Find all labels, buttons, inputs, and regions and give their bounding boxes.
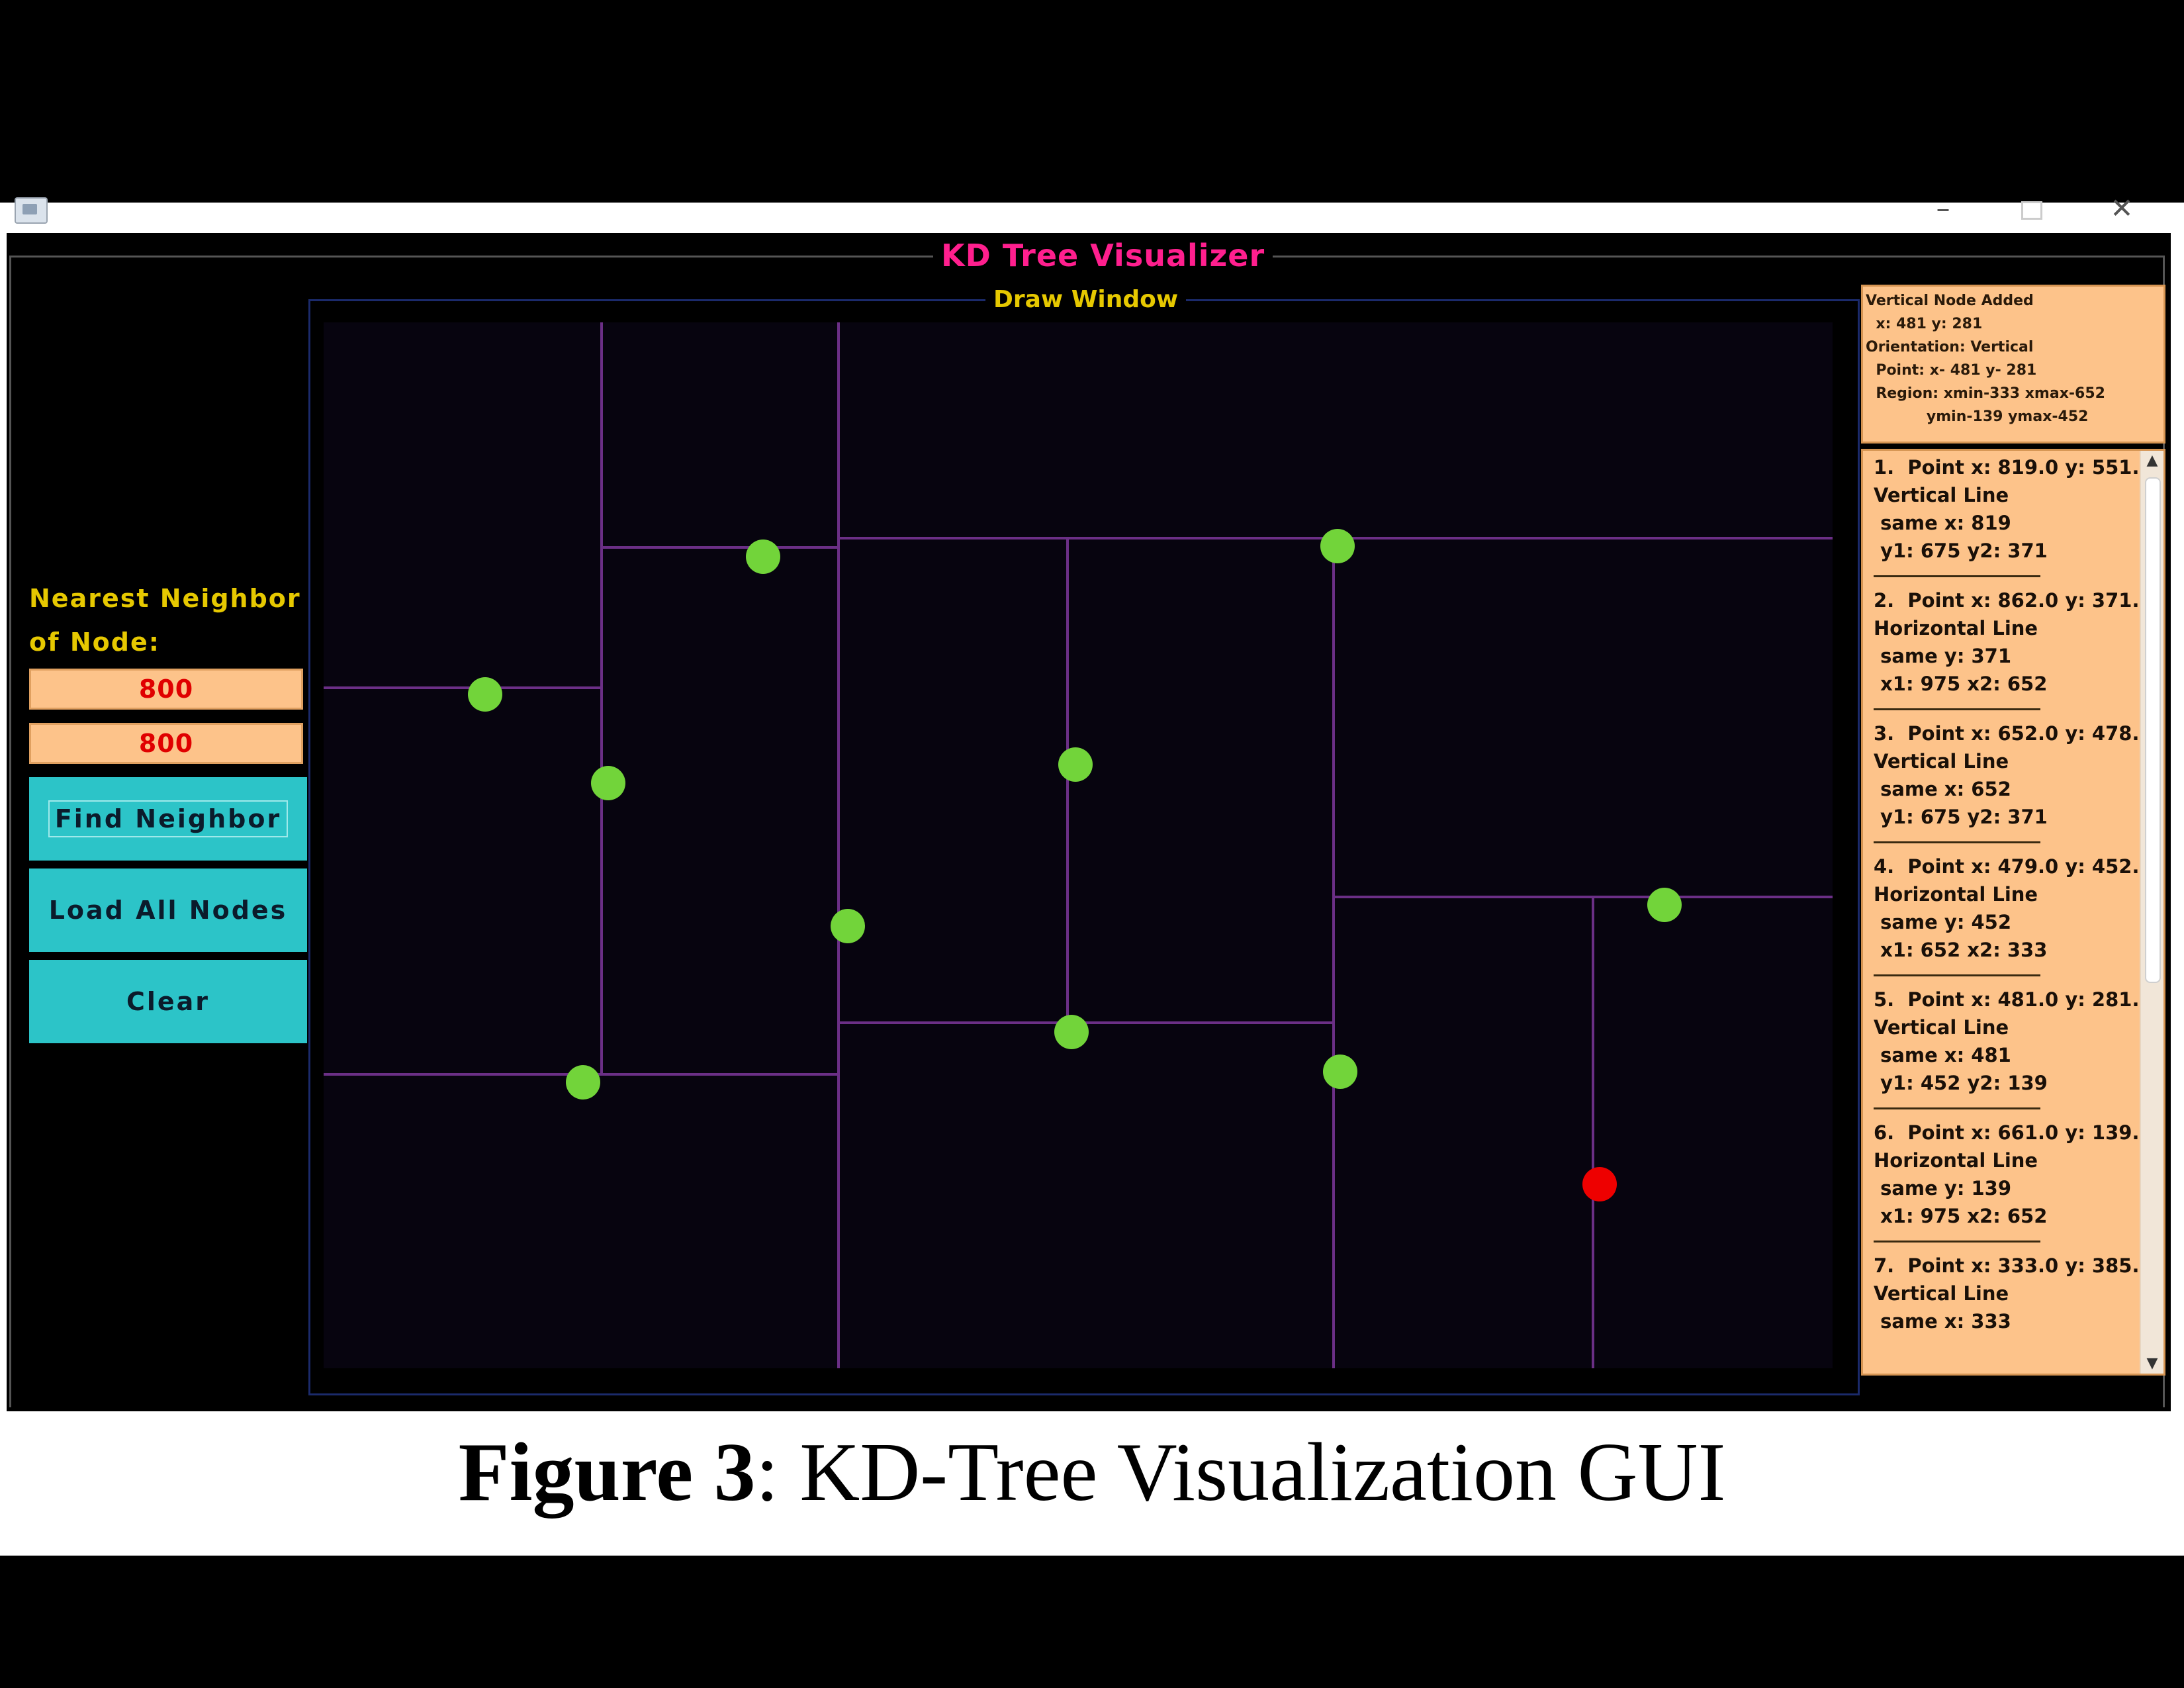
log-line: Vertical Line (1874, 1016, 2009, 1039)
log-line: same y: 452 (1874, 911, 2012, 933)
log-line: same x: 333 (1874, 1310, 2011, 1333)
scroll-up-icon[interactable]: ▲ (2141, 451, 2163, 471)
tree-node (1323, 1055, 1357, 1089)
status-box: Vertical Node Added x: 481 y: 281 Orient… (1861, 285, 2165, 444)
log-line: y1: 675 y2: 371 (1874, 539, 2048, 562)
find-neighbor-button[interactable]: Find Neighbor (29, 777, 307, 861)
log-line: Vertical Line (1874, 484, 2009, 506)
maximize-icon (2021, 201, 2042, 220)
log-entry: 6. Point x: 661.0 y: 139.0 Horizontal Lin… (1874, 1119, 2153, 1230)
log-line: Vertical Line (1874, 750, 2009, 773)
log-line: 3. Point x: 652.0 y: 478.0 (1874, 722, 2153, 745)
tree-node (1647, 888, 1682, 922)
log-entry: 3. Point x: 652.0 y: 478.0 Vertical Line … (1874, 720, 2153, 831)
scroll-thumb[interactable] (2145, 477, 2161, 983)
log-line: 6. Point x: 661.0 y: 139.0 (1874, 1121, 2153, 1144)
log-line: x1: 975 x2: 652 (1874, 1205, 2048, 1227)
log-line: x1: 975 x2: 652 (1874, 673, 2048, 695)
log-line: 4. Point x: 479.0 y: 452.0 (1874, 855, 2153, 878)
caption-figure-label: Figure 3 (458, 1427, 756, 1519)
drawing-canvas[interactable] (324, 322, 1833, 1368)
log-line: same x: 481 (1874, 1044, 2011, 1066)
log-panel[interactable]: 1. Point x: 819.0 y: 551.0 Vertical Line … (1861, 449, 2165, 1376)
minimize-button[interactable]: – (1923, 192, 1963, 225)
x-coordinate-field[interactable]: 800 (29, 669, 303, 710)
y-coordinate-field[interactable]: 800 (29, 723, 303, 764)
log-line: Horizontal Line (1874, 1149, 2038, 1172)
clear-button[interactable]: Clear (29, 960, 307, 1043)
close-button[interactable]: ✕ (2102, 192, 2142, 225)
log-scrollbar[interactable]: ▲ ▼ (2140, 451, 2163, 1374)
log-line: same y: 371 (1874, 645, 2012, 667)
log-separator (1874, 841, 2040, 843)
log-entry: 1. Point x: 819.0 y: 551.0 Vertical Line … (1874, 453, 2153, 565)
log-separator (1874, 1241, 2040, 1243)
tree-node (468, 677, 502, 712)
tree-node (566, 1065, 600, 1100)
log-entry: 7. Point x: 333.0 y: 385.0 Vertical Line … (1874, 1252, 2153, 1335)
log-line: 7. Point x: 333.0 y: 385.0 (1874, 1254, 2153, 1277)
of-node-label: of Node: (29, 628, 160, 657)
log-separator (1874, 575, 2040, 577)
tree-node (1320, 529, 1355, 563)
caption-text: : KD-Tree Visualization GUI (755, 1427, 1726, 1519)
clear-label: Clear (126, 987, 210, 1016)
java-app-icon (15, 197, 48, 224)
log-separator (1874, 1107, 2040, 1109)
bottom-border (0, 1557, 2184, 1688)
log-list: 1. Point x: 819.0 y: 551.0 Vertical Line … (1874, 453, 2153, 1335)
figure-caption: Figure 3: KD-Tree Visualization GUI (0, 1423, 2184, 1523)
log-line: 5. Point x: 481.0 y: 281.0 (1874, 988, 2153, 1011)
log-line: Horizontal Line (1874, 617, 2038, 639)
log-separator (1874, 708, 2040, 710)
log-separator (1874, 974, 2040, 976)
tree-node (591, 766, 625, 800)
tree-node (746, 539, 780, 574)
maximize-button[interactable] (2012, 192, 2052, 225)
load-all-nodes-button[interactable]: Load All Nodes (29, 868, 307, 952)
outer-frame-left (9, 256, 11, 1407)
scroll-down-icon[interactable]: ▼ (2141, 1354, 2163, 1374)
nearest-neighbor-label: Nearest Neighbor (29, 584, 301, 613)
kd-tree-plot (324, 322, 1833, 1368)
log-line: same x: 652 (1874, 778, 2011, 800)
app-window: KD Tree Visualizer Nearest Neighbor of N… (7, 233, 2171, 1411)
log-line: 1. Point x: 819.0 y: 551.0 (1874, 456, 2153, 479)
log-line: 2. Point x: 862.0 y: 371.0 (1874, 589, 2153, 612)
log-entry: 4. Point x: 479.0 y: 452.0 Horizontal Lin… (1874, 853, 2153, 964)
log-line: x1: 652 x2: 333 (1874, 939, 2048, 961)
draw-window-title: Draw Window (985, 285, 1187, 314)
app-title: KD Tree Visualizer (933, 233, 1273, 278)
load-all-nodes-label: Load All Nodes (48, 896, 288, 925)
log-line: y1: 675 y2: 371 (1874, 806, 2048, 828)
draw-window-panel: Draw Window (308, 285, 1860, 1395)
log-line: y1: 452 y2: 139 (1874, 1072, 2048, 1094)
log-line: Horizontal Line (1874, 883, 2038, 906)
tree-node (1058, 747, 1093, 782)
log-line: same x: 819 (1874, 512, 2011, 534)
tree-node (831, 909, 865, 943)
find-neighbor-label: Find Neighbor (48, 800, 289, 837)
query-node (1582, 1167, 1617, 1201)
tree-node (1054, 1015, 1089, 1049)
log-line: same y: 139 (1874, 1177, 2012, 1199)
window-titlebar (7, 203, 2171, 230)
log-entry: 5. Point x: 481.0 y: 281.0 Vertical Line … (1874, 986, 2153, 1097)
log-entry: 2. Point x: 862.0 y: 371.0 Horizontal Lin… (1874, 586, 2153, 698)
log-line: Vertical Line (1874, 1282, 2009, 1305)
